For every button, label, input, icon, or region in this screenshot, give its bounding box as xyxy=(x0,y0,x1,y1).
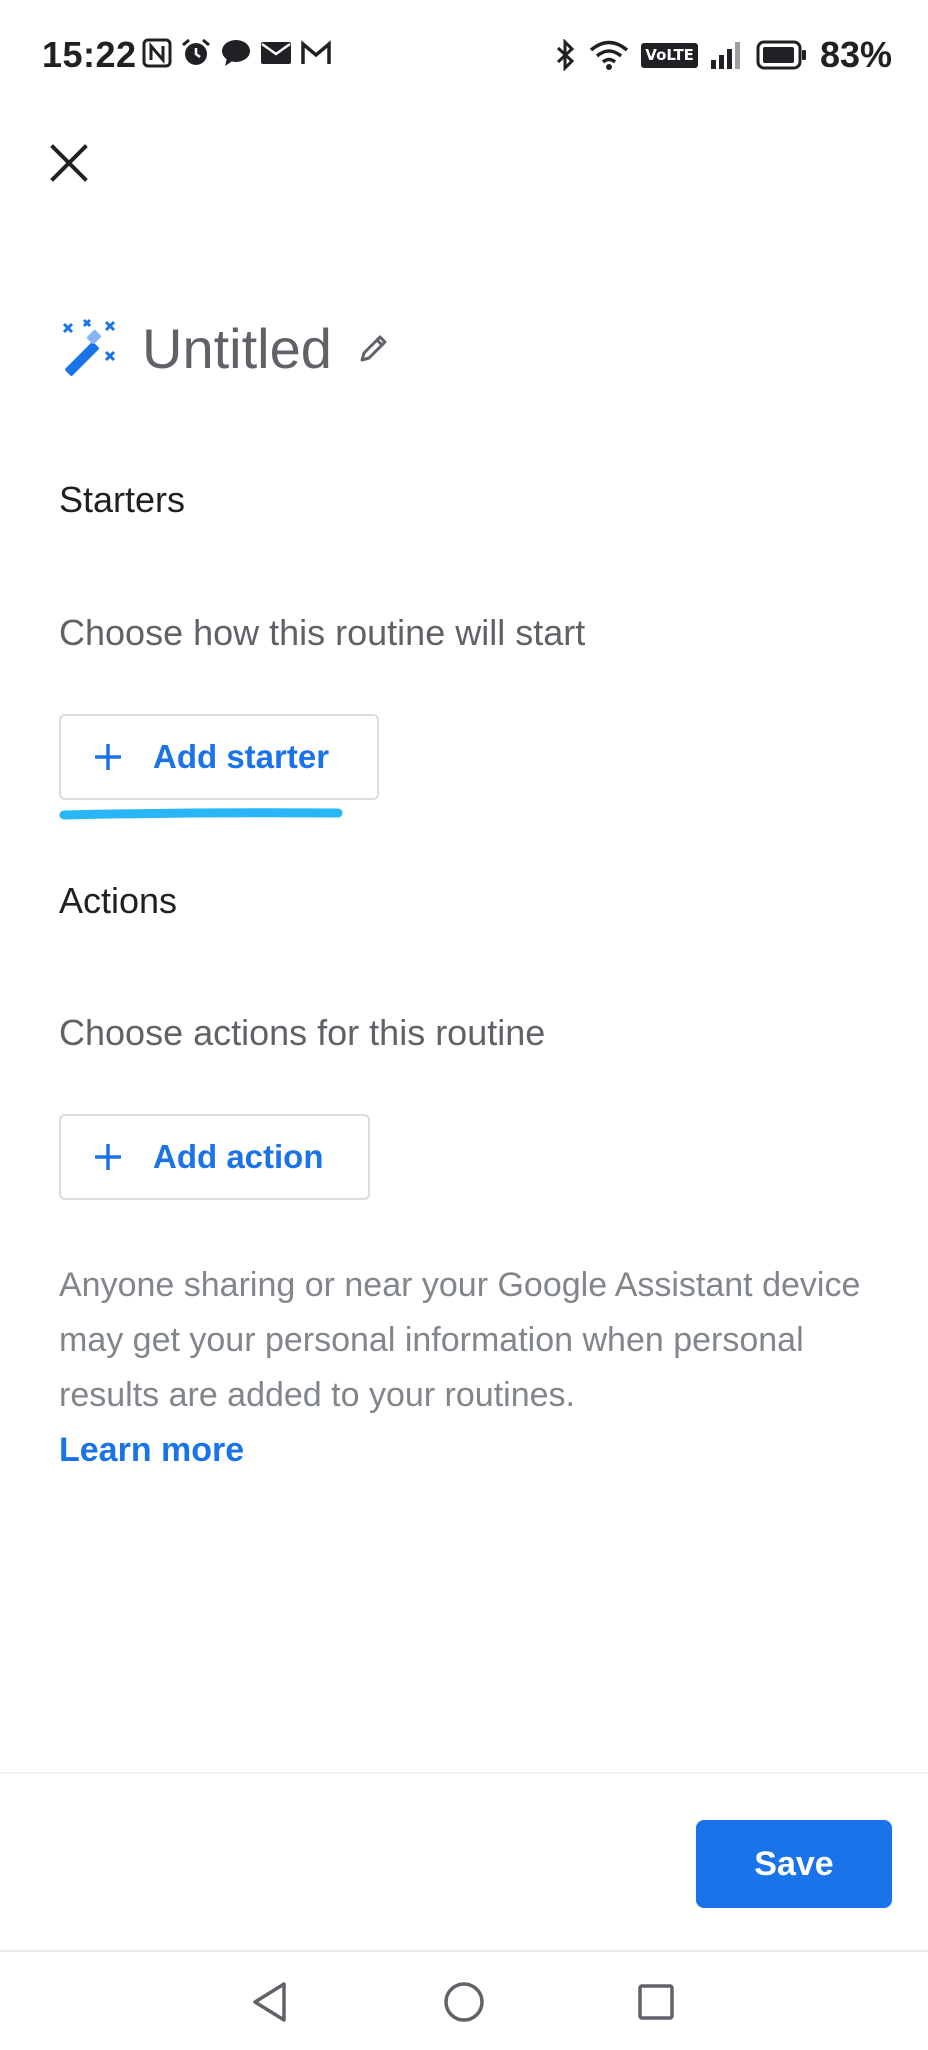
pencil-icon[interactable] xyxy=(356,332,390,366)
wifi-icon xyxy=(590,40,629,70)
plus-icon xyxy=(95,744,121,770)
privacy-disclaimer: Anyone sharing or near your Google Assis… xyxy=(59,1258,879,1478)
nfc-icon xyxy=(142,38,172,68)
actions-heading: Actions xyxy=(59,880,178,921)
back-triangle-icon xyxy=(253,1982,286,2022)
nav-recents-button[interactable] xyxy=(630,1976,682,2028)
nav-home-button[interactable] xyxy=(438,1976,490,2028)
email-icon xyxy=(261,42,291,64)
recents-square-icon xyxy=(638,1984,674,2020)
system-status: VoLTE 83% xyxy=(555,34,892,76)
nav-back-button[interactable] xyxy=(244,1976,296,2028)
disclaimer-text: Anyone sharing or near your Google Assis… xyxy=(59,1266,861,1414)
close-icon xyxy=(50,144,88,182)
starters-subtitle: Choose how this routine will start xyxy=(59,612,586,653)
routine-title[interactable]: Untitled xyxy=(142,316,332,381)
add-action-label: Add action xyxy=(153,1138,324,1175)
routine-title-row: Untitled xyxy=(58,316,390,381)
add-action-button[interactable]: Add action xyxy=(59,1114,370,1200)
home-circle-icon xyxy=(444,1982,484,2022)
save-button[interactable]: Save xyxy=(696,1820,892,1908)
notification-icons xyxy=(142,38,332,68)
add-starter-label: Add starter xyxy=(153,738,330,775)
plus-icon xyxy=(95,1144,121,1170)
bottom-action-bar: Save xyxy=(0,1772,928,1954)
system-nav-bar xyxy=(0,1950,928,2050)
learn-more-link[interactable]: Learn more xyxy=(59,1423,879,1478)
bluetooth-icon xyxy=(557,39,575,71)
battery-icon xyxy=(756,40,806,70)
magic-wand-icon xyxy=(62,318,116,376)
battery-percent: 83% xyxy=(819,34,892,75)
add-starter-button[interactable]: Add starter xyxy=(59,714,379,800)
signal-icon xyxy=(710,42,740,69)
starters-heading: Starters xyxy=(59,479,186,520)
status-time: 15:22 xyxy=(42,34,137,75)
highlight-underline xyxy=(59,808,343,820)
chat-icon xyxy=(222,40,250,66)
close-button[interactable] xyxy=(36,130,102,196)
status-bar: 15:22 VoLTE 83% xyxy=(0,0,928,110)
actions-subtitle: Choose actions for this routine xyxy=(59,1012,546,1053)
alarm-icon xyxy=(182,38,210,65)
gmail-icon xyxy=(301,40,331,64)
volte-badge: VoLTE xyxy=(641,42,698,68)
